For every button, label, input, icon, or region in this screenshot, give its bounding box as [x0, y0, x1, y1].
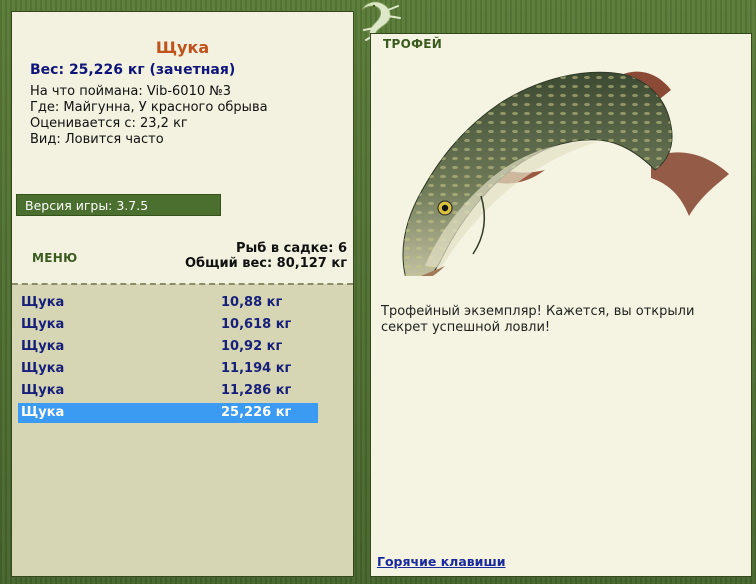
catch-name: Щука	[21, 405, 65, 420]
fish-weight: Вес: 25,226 кг (зачетная)	[30, 62, 236, 78]
catch-row-selected[interactable]: Щука 25,226 кг	[18, 403, 318, 423]
catch-weight: 10,618 кг	[221, 317, 292, 332]
catch-name: Щука	[21, 383, 65, 398]
catch-weight: 11,194 кг	[221, 361, 292, 376]
catch-name: Щука	[21, 339, 65, 354]
catch-name: Щука	[21, 361, 65, 376]
info-species: Вид: Ловится часто	[30, 132, 164, 147]
info-bait: На что поймана: Vib-6010 №3	[30, 84, 232, 99]
fish-info-panel: Щука Вес: 25,226 кг (зачетная) На что по…	[11, 11, 354, 577]
catch-weight: 10,88 кг	[221, 295, 283, 310]
catch-row[interactable]: Щука 10,618 кг	[18, 315, 318, 335]
catch-row[interactable]: Щука 11,194 кг	[18, 359, 318, 379]
fish-name-title: Щука	[155, 38, 210, 57]
game-version-bar: Версия игры: 3.7.5	[16, 194, 221, 216]
trophy-message: Трофейный экземпляр! Кажется, вы открыли…	[381, 304, 695, 335]
catch-row[interactable]: Щука 10,88 кг	[18, 293, 318, 313]
cage-total-weight: Общий вес: 80,127 кг	[184, 256, 347, 271]
catch-weight: 25,226 кг	[221, 405, 292, 420]
hotkeys-link[interactable]: Горячие клавиши	[377, 554, 505, 569]
cage-count: Рыб в садке: 6	[235, 241, 347, 256]
catch-name: Щука	[21, 317, 65, 332]
catch-row[interactable]: Щука 11,286 кг	[18, 381, 318, 401]
pike-fish-image	[402, 71, 729, 276]
trophy-panel: ТРОФЕЙ Трофейный экземпляр! Кажется, вы …	[370, 33, 752, 577]
catch-weight: 11,286 кг	[221, 383, 292, 398]
cage-summary: Рыб в садке: 6 Общий вес: 80,127 кг	[185, 241, 347, 271]
catch-row[interactable]: Щука 10,92 кг	[18, 337, 318, 357]
info-estimate: Оценивается с: 23,2 кг	[30, 116, 188, 131]
catch-name: Щука	[21, 295, 65, 310]
fish-info-area: Щука Вес: 25,226 кг (зачетная) На что по…	[12, 12, 353, 284]
dashed-divider	[12, 283, 353, 285]
info-location: Где: Майгунна, У красного обрыва	[30, 100, 268, 115]
catch-weight: 10,92 кг	[221, 339, 283, 354]
menu-button[interactable]: МЕНЮ	[32, 251, 77, 265]
